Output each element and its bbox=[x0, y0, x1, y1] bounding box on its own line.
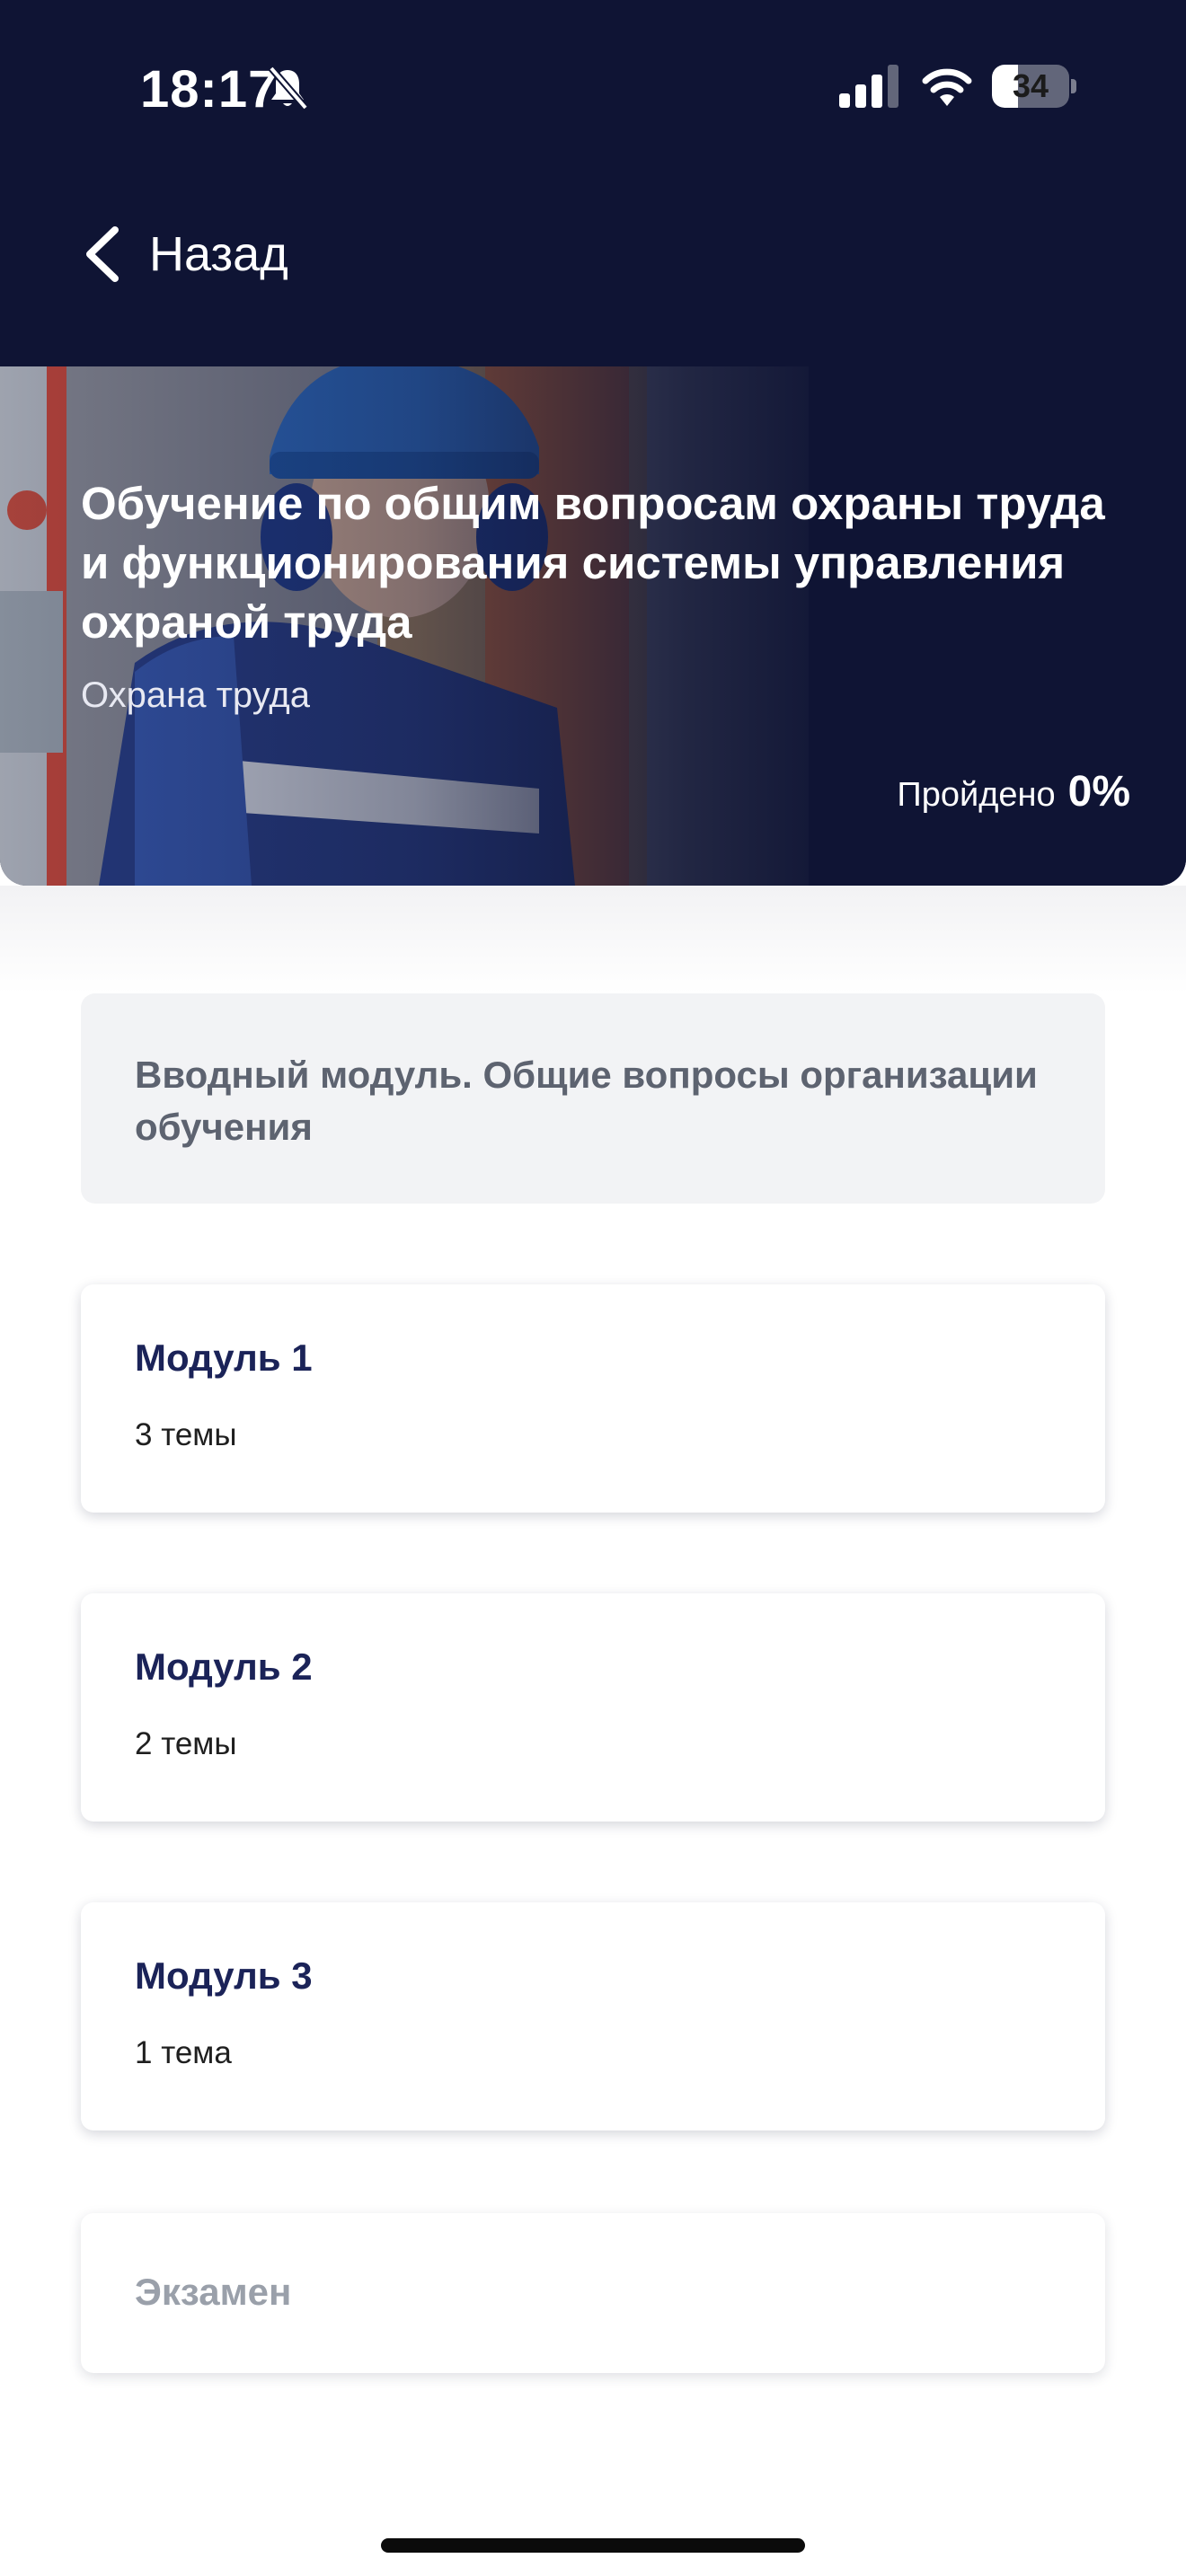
module-title: Модуль 2 bbox=[135, 1645, 313, 1688]
exam-title: Экзамен bbox=[135, 2271, 292, 2313]
battery-icon: 34 bbox=[992, 65, 1076, 108]
course-hero: Обучение по общим вопросам охраны труда … bbox=[0, 366, 1186, 886]
course-title: Обучение по общим вопросам охраны труда … bbox=[81, 478, 1105, 648]
home-indicator[interactable] bbox=[381, 2538, 805, 2553]
intro-module-title: Вводный модуль. Общие вопросы организаци… bbox=[135, 1054, 1038, 1148]
module-card[interactable]: Модуль 2 2 темы bbox=[81, 1593, 1105, 1822]
module-card[interactable]: Модуль 3 1 тема bbox=[81, 1902, 1105, 2130]
chevron-left-icon bbox=[86, 226, 119, 282]
course-category: Охрана труда bbox=[81, 675, 310, 715]
module-title: Модуль 1 bbox=[135, 1337, 313, 1379]
status-bar: 18:17 34 bbox=[0, 0, 1186, 171]
progress-label: Пройдено bbox=[897, 776, 1056, 814]
intro-module-card[interactable]: Вводный модуль. Общие вопросы организаци… bbox=[81, 993, 1105, 1204]
hero-shadow bbox=[0, 886, 1186, 993]
status-time: 18:17 bbox=[140, 60, 279, 119]
module-card[interactable]: Модуль 1 3 темы bbox=[81, 1284, 1105, 1513]
course-progress: Пройдено 0% bbox=[897, 767, 1130, 816]
module-topics-count: 2 темы bbox=[135, 1726, 237, 1761]
exam-card[interactable]: Экзамен bbox=[81, 2213, 1105, 2373]
progress-value: 0% bbox=[1067, 768, 1130, 816]
module-topics-count: 3 темы bbox=[135, 1417, 237, 1452]
wifi-icon bbox=[922, 68, 972, 106]
bell-muted-icon bbox=[268, 66, 309, 110]
module-title: Модуль 3 bbox=[135, 1954, 313, 1997]
back-label: Назад bbox=[149, 227, 288, 281]
cellular-signal-icon bbox=[839, 65, 898, 108]
module-topics-count: 1 тема bbox=[135, 2035, 232, 2070]
back-button[interactable]: Назад bbox=[81, 216, 288, 293]
battery-level: 34 bbox=[1012, 67, 1049, 104]
